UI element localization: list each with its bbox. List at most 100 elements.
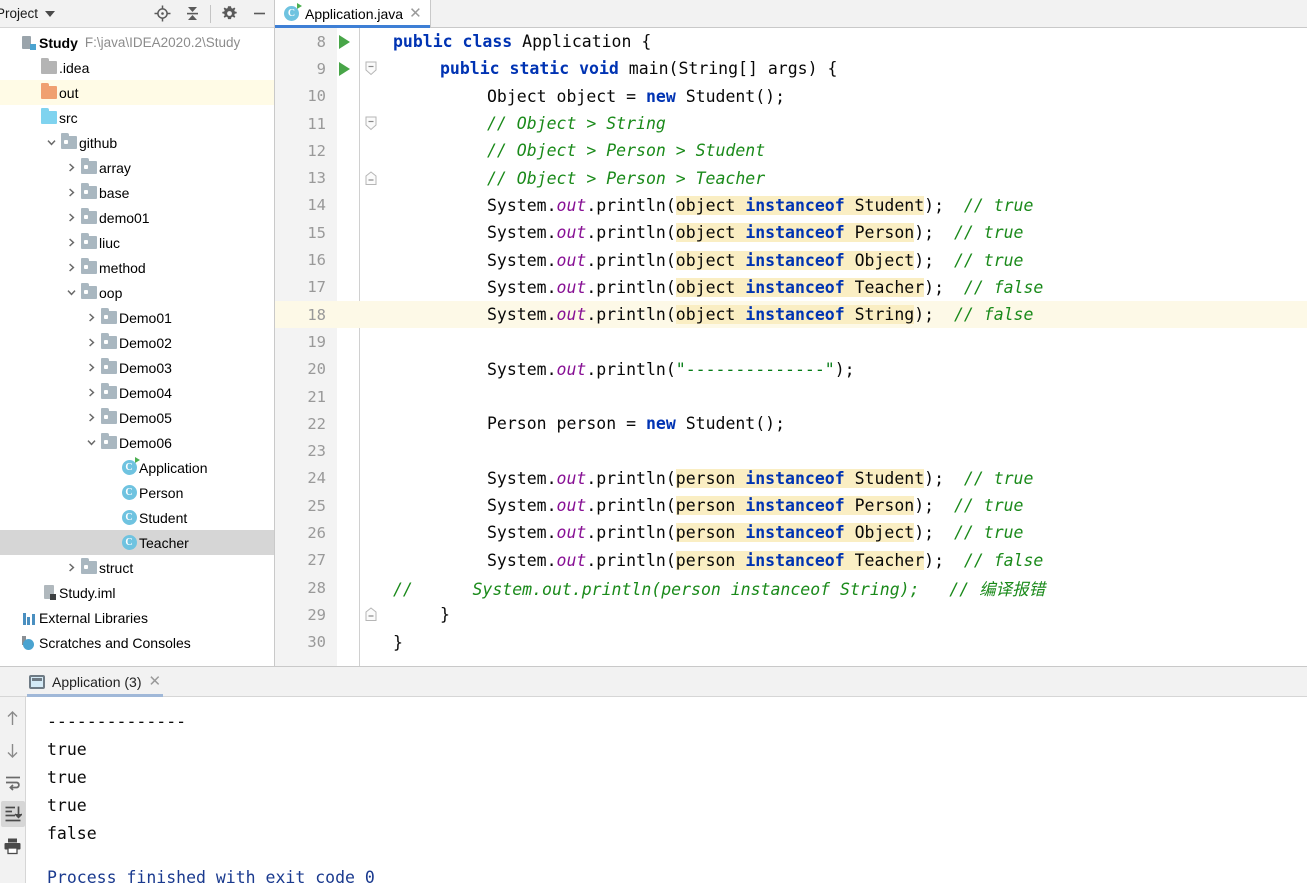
tree-node--idea[interactable]: .idea <box>0 55 274 80</box>
chevron-right-icon[interactable] <box>64 185 79 200</box>
tree-node-method[interactable]: method <box>0 255 274 280</box>
code-line-19[interactable]: 19 <box>275 328 1307 355</box>
console-output[interactable]: --------------truetruetruefalseProcess f… <box>27 698 1307 883</box>
close-icon[interactable]: ✕ <box>409 6 422 21</box>
up-arrow-icon[interactable] <box>1 705 25 731</box>
code-line-12[interactable]: 12// Object > Person > Student <box>275 137 1307 164</box>
console-output-line: true <box>47 764 1307 792</box>
tree-node-demo05[interactable]: Demo05 <box>0 405 274 430</box>
run-tab-application[interactable]: Application (3) ✕ <box>22 667 168 697</box>
code-line-25[interactable]: 25System.out.println(person instanceof P… <box>275 492 1307 519</box>
tree-node-icon <box>79 211 99 224</box>
settings-gear-icon[interactable] <box>214 1 244 27</box>
code-line-21[interactable]: 21 <box>275 383 1307 410</box>
chevron-right-icon[interactable] <box>64 560 79 575</box>
tree-node-oop[interactable]: oop <box>0 280 274 305</box>
run-gutter-icon[interactable] <box>329 62 359 76</box>
code-line-22[interactable]: 22Person person = new Student(); <box>275 410 1307 437</box>
run-tab-label: Application (3) <box>52 674 142 690</box>
code-line-27[interactable]: 27System.out.println(person instanceof T… <box>275 547 1307 574</box>
chevron-right-icon[interactable] <box>84 360 99 375</box>
code-fold-marker[interactable] <box>359 61 383 76</box>
code-fold-marker[interactable] <box>359 607 383 622</box>
code-line-9[interactable]: 9public static void main(String[] args) … <box>275 55 1307 82</box>
chevron-down-icon[interactable] <box>45 11 55 17</box>
code-line-18[interactable]: 18System.out.println(object instanceof S… <box>275 301 1307 328</box>
folder-icon-package <box>81 561 97 574</box>
print-icon[interactable] <box>1 833 25 859</box>
tree-node-out[interactable]: out <box>0 80 274 105</box>
code-line-8[interactable]: 8public class Application { <box>275 28 1307 55</box>
tree-node-label: Teacher <box>139 535 189 551</box>
collapse-all-icon[interactable] <box>177 1 207 27</box>
tree-node-demo01[interactable]: demo01 <box>0 205 274 230</box>
code-fold-marker[interactable] <box>359 116 383 131</box>
code-line-text: Object object = new Student(); <box>383 87 1307 106</box>
tree-node-github[interactable]: github <box>0 130 274 155</box>
tree-node-demo06[interactable]: Demo06 <box>0 430 274 455</box>
code-line-10[interactable]: 10Object object = new Student(); <box>275 83 1307 110</box>
tree-node-application[interactable]: CApplication <box>0 455 274 480</box>
chevron-right-icon[interactable] <box>84 385 99 400</box>
tree-node-liuc[interactable]: liuc <box>0 230 274 255</box>
tree-node-student[interactable]: CStudent <box>0 505 274 530</box>
tree-node-demo01[interactable]: Demo01 <box>0 305 274 330</box>
scroll-to-end-icon[interactable] <box>1 801 25 827</box>
chevron-down-icon[interactable] <box>44 135 59 150</box>
down-arrow-icon[interactable] <box>1 737 25 763</box>
tree-node-scratches-and-consoles[interactable]: Scratches and Consoles <box>0 630 274 655</box>
tree-node-demo04[interactable]: Demo04 <box>0 380 274 405</box>
hide-minimize-icon[interactable] <box>244 1 274 27</box>
chevron-down-icon[interactable] <box>64 285 79 300</box>
code-line-text: Person person = new Student(); <box>383 414 1307 433</box>
code-line-17[interactable]: 17System.out.println(object instanceof T… <box>275 274 1307 301</box>
chevron-right-icon[interactable] <box>84 310 99 325</box>
code-line-23[interactable]: 23 <box>275 437 1307 464</box>
chevron-right-icon[interactable] <box>64 235 79 250</box>
tree-node-study[interactable]: StudyF:\java\IDEA2020.2\Study <box>0 30 274 55</box>
chevron-right-icon[interactable] <box>64 160 79 175</box>
code-line-13[interactable]: 13// Object > Person > Teacher <box>275 164 1307 191</box>
close-icon[interactable]: ✕ <box>149 674 162 689</box>
project-tree[interactable]: StudyF:\java\IDEA2020.2\Study.ideaoutsrc… <box>0 29 274 666</box>
code-line-28[interactable]: 28// System.out.println(person instanceo… <box>275 574 1307 601</box>
tree-node-study-iml[interactable]: Study.iml <box>0 580 274 605</box>
code-line-29[interactable]: 29} <box>275 601 1307 628</box>
tree-node-person[interactable]: CPerson <box>0 480 274 505</box>
tree-node-teacher[interactable]: CTeacher <box>0 530 274 555</box>
tree-node-icon <box>79 261 99 274</box>
tree-node-demo02[interactable]: Demo02 <box>0 330 274 355</box>
editor-area: C Application.java ✕ 8public class Appli… <box>275 0 1307 666</box>
project-tool-window: Project <box>0 0 275 666</box>
chevron-right-icon[interactable] <box>84 410 99 425</box>
tree-node-src[interactable]: src <box>0 105 274 130</box>
tree-node-base[interactable]: base <box>0 180 274 205</box>
tree-node-external-libraries[interactable]: External Libraries <box>0 605 274 630</box>
chevron-down-icon[interactable] <box>84 435 99 450</box>
line-number: 11 <box>275 115 329 133</box>
chevron-right-icon[interactable] <box>64 260 79 275</box>
chevron-right-icon[interactable] <box>84 335 99 350</box>
tree-node-demo03[interactable]: Demo03 <box>0 355 274 380</box>
code-editor[interactable]: 8public class Application {9public stati… <box>275 28 1307 666</box>
code-line-14[interactable]: 14System.out.println(object instanceof S… <box>275 192 1307 219</box>
tree-node-icon <box>99 311 119 324</box>
code-line-26[interactable]: 26System.out.println(person instanceof O… <box>275 519 1307 546</box>
code-fold-marker[interactable] <box>359 171 383 186</box>
locate-target-icon[interactable] <box>147 1 177 27</box>
soft-wrap-icon[interactable] <box>1 769 25 795</box>
ide-window: Project <box>0 0 1307 883</box>
line-number: 20 <box>275 360 329 378</box>
code-line-20[interactable]: 20System.out.println("--------------"); <box>275 356 1307 383</box>
tree-node-struct[interactable]: struct <box>0 555 274 580</box>
code-line-30[interactable]: 30} <box>275 629 1307 656</box>
code-line-16[interactable]: 16System.out.println(object instanceof O… <box>275 246 1307 273</box>
chevron-right-icon[interactable] <box>64 210 79 225</box>
code-line-text: System.out.println(person instanceof Tea… <box>383 551 1307 570</box>
code-line-11[interactable]: 11// Object > String <box>275 110 1307 137</box>
code-line-24[interactable]: 24System.out.println(person instanceof S… <box>275 465 1307 492</box>
run-gutter-icon[interactable] <box>329 35 359 49</box>
editor-tab-application-java[interactable]: C Application.java ✕ <box>275 0 431 27</box>
code-line-15[interactable]: 15System.out.println(object instanceof P… <box>275 219 1307 246</box>
tree-node-array[interactable]: array <box>0 155 274 180</box>
